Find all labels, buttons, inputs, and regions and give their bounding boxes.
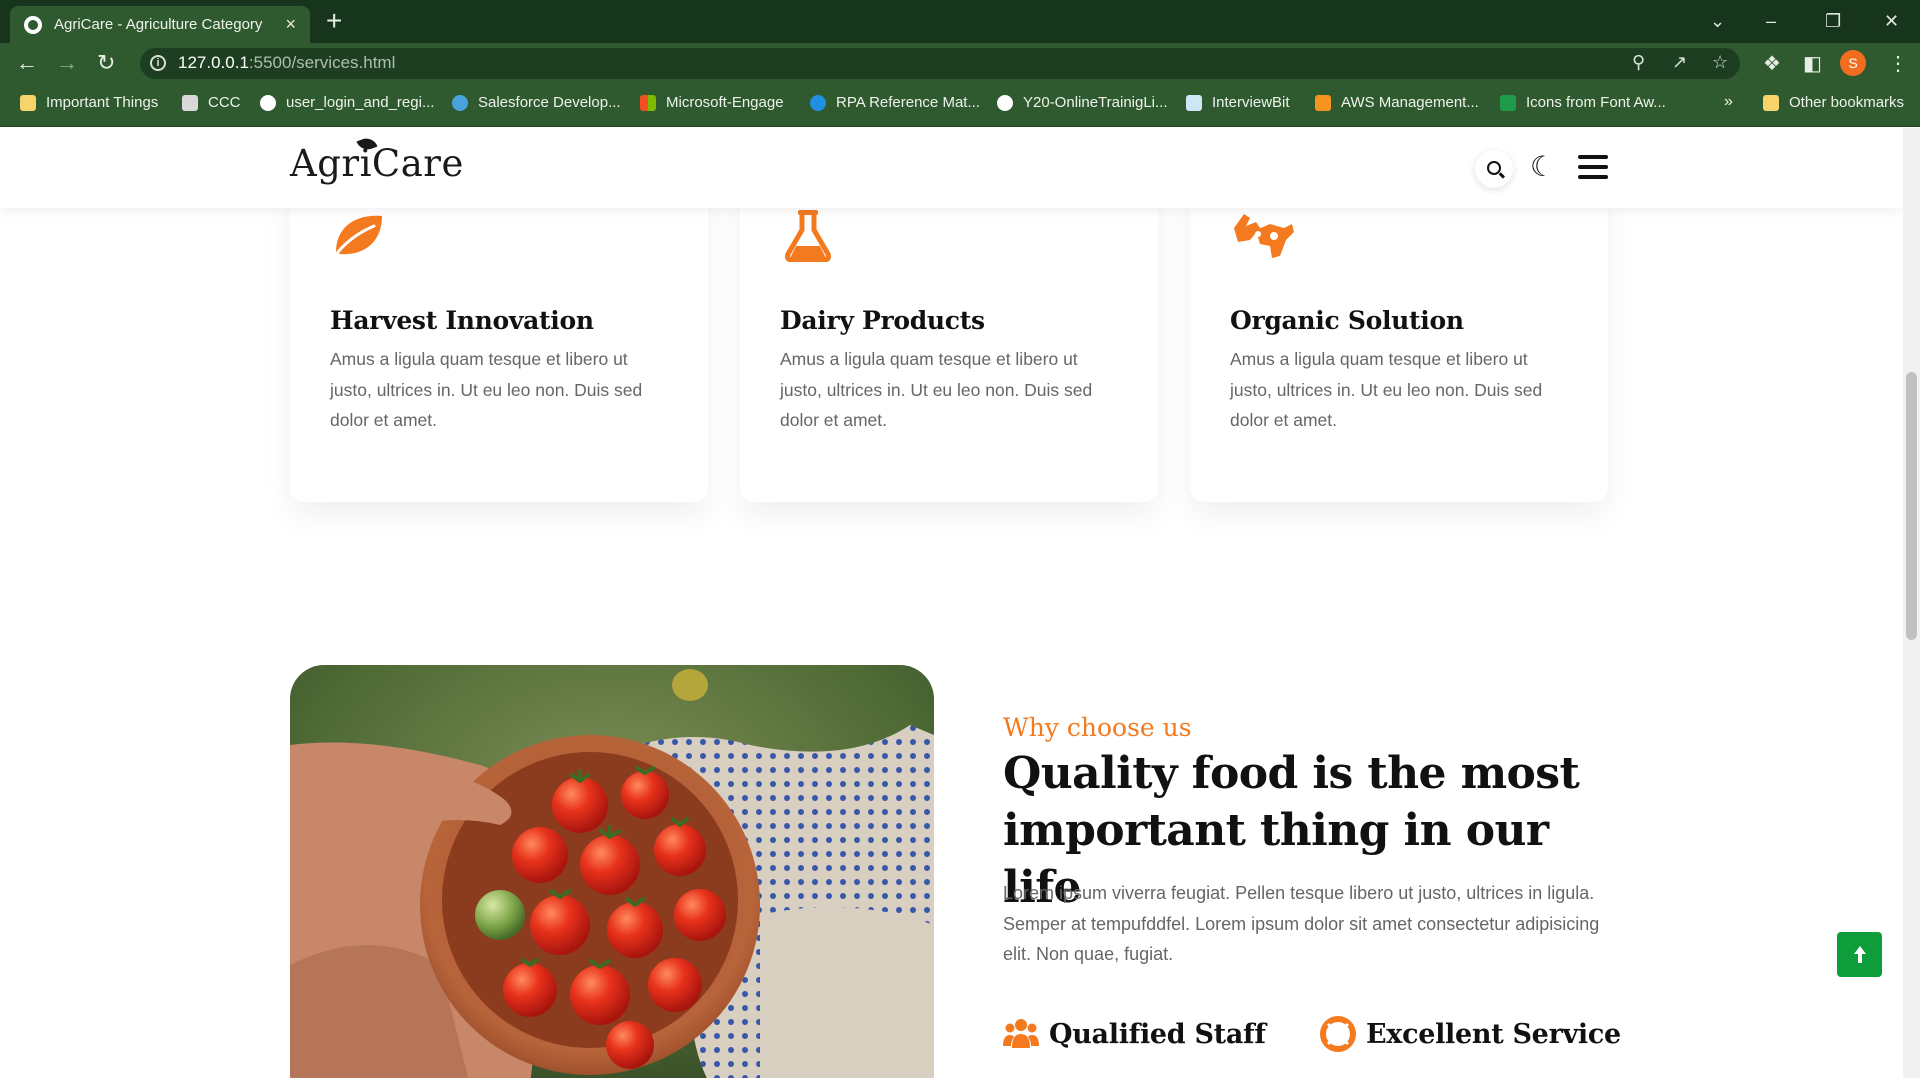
tomato-bowl-image — [290, 665, 934, 1078]
bookmark-item[interactable]: Microsoft-Engage — [640, 94, 784, 111]
lifebuoy-icon — [1320, 1016, 1356, 1052]
users-icon — [1003, 1019, 1039, 1048]
bookmarks-bar: Important Things CCC user_login_and_regi… — [0, 83, 1920, 127]
scrollbar-thumb[interactable] — [1906, 372, 1917, 640]
side-panel-icon[interactable]: ◧ — [1803, 51, 1822, 76]
bookmark-item[interactable]: RPA Reference Mat... — [810, 94, 980, 111]
address-url[interactable]: 127.0.0.1:5500/services.html — [178, 53, 395, 73]
card-text: Amus a ligula quam tesque et libero ut j… — [1230, 349, 1543, 430]
reload-icon[interactable]: ↻ — [97, 49, 115, 77]
address-bar[interactable]: i 127.0.0.1:5500/services.html ⚲ ↗ ☆ — [140, 48, 1740, 79]
browser-toolbar: ← → ↻ i 127.0.0.1:5500/services.html ⚲ ↗… — [0, 43, 1920, 83]
service-card: Dairy Products Amus a ligula quam tesque… — [740, 178, 1158, 502]
card-title: Dairy Products — [780, 306, 985, 335]
github-icon — [260, 94, 276, 111]
bookmark-item[interactable]: CCC — [182, 94, 241, 111]
fontawesome-icon — [1500, 94, 1516, 111]
other-bookmarks-label: Other bookmarks — [1789, 94, 1905, 111]
globe-icon — [997, 94, 1013, 111]
url-host: 127.0.0.1 — [178, 53, 249, 72]
search-icon[interactable] — [1475, 150, 1513, 188]
close-window-icon[interactable]: ✕ — [1884, 6, 1899, 36]
page-viewport: AgriCare ☾ Harvest Innovation Amus a lig… — [0, 128, 1903, 1078]
flask-icon — [785, 210, 831, 262]
minimize-window-icon[interactable]: – — [1766, 6, 1776, 36]
bookmark-item[interactable]: InterviewBit — [1186, 94, 1290, 111]
bookmark-label: Microsoft-Engage — [666, 94, 784, 111]
more-menu-icon[interactable]: ⋮ — [1888, 51, 1908, 76]
salesforce-icon — [452, 94, 468, 111]
bookmark-item[interactable]: AWS Management... — [1315, 94, 1479, 111]
feature-excellent-service: Excellent Service — [1320, 1016, 1621, 1052]
interviewbit-icon — [1186, 94, 1202, 111]
card-title: Organic Solution — [1230, 306, 1464, 335]
bookmark-label: RPA Reference Mat... — [836, 94, 980, 111]
card-text: Amus a ligula quam tesque et libero ut j… — [330, 349, 643, 430]
bookmark-label: InterviewBit — [1212, 94, 1290, 111]
service-card: Organic Solution Amus a ligula quam tesq… — [1190, 178, 1608, 502]
globe-icon — [24, 15, 42, 34]
bookmark-item[interactable]: Icons from Font Aw... — [1500, 94, 1666, 111]
feature-title: Excellent Service — [1366, 1018, 1621, 1050]
hamburger-menu-icon[interactable] — [1578, 155, 1608, 179]
restore-window-icon[interactable]: ❐ — [1825, 6, 1841, 36]
feature-qualified-staff: Qualified Staff — [1003, 1016, 1266, 1052]
bookmark-star-icon[interactable]: ☆ — [1712, 52, 1728, 73]
bookmark-label: Y20-OnlineTrainigLi... — [1023, 94, 1168, 111]
other-bookmarks[interactable]: Other bookmarks — [1763, 94, 1904, 111]
bookmark-item[interactable]: Y20-OnlineTrainigLi... — [997, 94, 1168, 111]
site-info-icon[interactable]: i — [150, 55, 166, 71]
bookmark-label: AWS Management... — [1341, 94, 1479, 111]
bookmark-label: Salesforce Develop... — [478, 94, 621, 111]
share-icon[interactable]: ↗ — [1672, 52, 1687, 73]
bookmark-label: Icons from Font Aw... — [1526, 94, 1666, 111]
zoom-icon[interactable]: ⚲ — [1632, 52, 1645, 73]
site-header: AgriCare ☾ — [0, 128, 1903, 208]
section-eyebrow: Why choose us — [1003, 713, 1192, 742]
tab-search-chevron-icon[interactable]: ⌄ — [1710, 6, 1725, 36]
feature-title: Qualified Staff — [1049, 1018, 1266, 1050]
bookmarks-overflow-icon[interactable]: » — [1724, 93, 1733, 111]
aws-icon — [1315, 94, 1331, 111]
section-body: Lorem ipsum viverra feugiat. Pellen tesq… — [1003, 883, 1600, 964]
card-text: Amus a ligula quam tesque et libero ut j… — [780, 349, 1093, 430]
onedrive-icon — [810, 94, 826, 111]
microsoft-icon — [640, 94, 656, 111]
browser-tab[interactable]: AgriCare - Agriculture Category × — [10, 6, 310, 43]
dark-mode-moon-icon[interactable]: ☾ — [1530, 152, 1560, 182]
browser-title-bar: AgriCare - Agriculture Category × + ⌄ – … — [0, 0, 1920, 43]
forward-arrow-icon[interactable]: → — [56, 49, 78, 77]
bookmark-item[interactable]: Important Things — [20, 94, 158, 111]
service-card: Harvest Innovation Amus a ligula quam te… — [290, 178, 708, 502]
new-tab-button[interactable]: + — [326, 6, 342, 36]
leaf-icon — [336, 215, 382, 255]
extensions-puzzle-icon[interactable]: ❖ — [1763, 51, 1781, 76]
folder-icon — [20, 94, 36, 111]
back-arrow-icon[interactable]: ← — [16, 49, 38, 77]
bookmark-label: user_login_and_regi... — [286, 94, 435, 111]
bookmark-item[interactable]: Salesforce Develop... — [452, 94, 621, 111]
tab-close-icon[interactable]: × — [285, 14, 296, 35]
folder-icon — [1763, 94, 1779, 111]
page-icon — [182, 94, 198, 111]
page-scrollbar[interactable] — [1903, 128, 1920, 1078]
back-to-top-button[interactable] — [1837, 932, 1882, 977]
bookmark-label: CCC — [208, 94, 241, 111]
tomato-bowl-photo — [290, 665, 934, 1078]
hands-icon — [1234, 214, 1294, 258]
site-logo[interactable]: AgriCare — [290, 142, 464, 185]
card-title: Harvest Innovation — [330, 306, 594, 335]
profile-avatar[interactable]: S — [1840, 50, 1866, 76]
tab-title: AgriCare - Agriculture Category — [54, 16, 263, 33]
bookmark-label: Important Things — [46, 94, 159, 111]
url-path: :5500/services.html — [248, 53, 396, 72]
bookmark-item[interactable]: user_login_and_regi... — [260, 94, 434, 111]
